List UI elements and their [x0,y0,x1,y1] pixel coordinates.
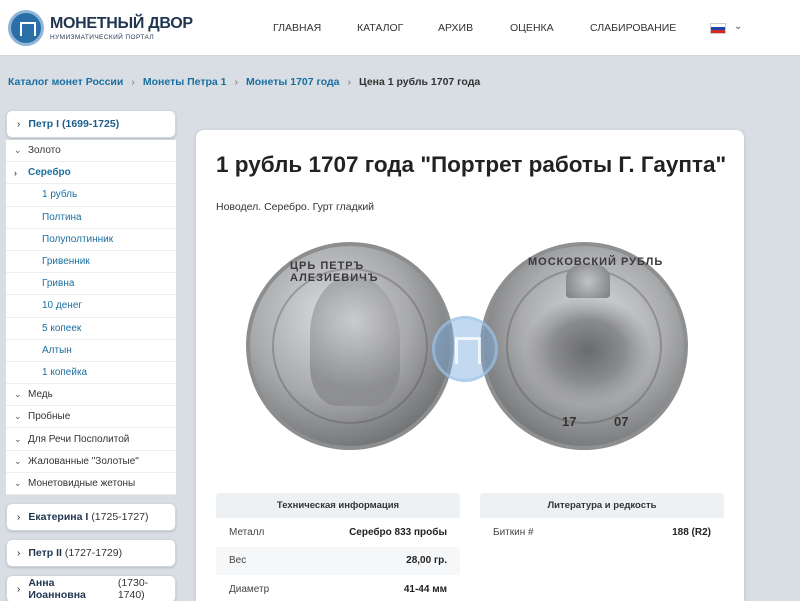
row-key: Биткин # [493,526,534,538]
sidebar-group-peter-1[interactable]: › Петр I (1699-1725) [6,110,176,138]
sidebar-group-peter-2[interactable]: › Петр II (1727-1729) [6,539,176,567]
sidebar-item-label: Жалованные "Золотые" [28,455,139,467]
nav-archive[interactable]: АРХИВ [438,22,473,34]
coin-obverse-image[interactable]: ЦРЬ ПЕТРЪ АЛЕЗИЕВИЧЪ [246,242,454,450]
crown-figure [566,264,610,298]
site-header: МОНЕТНЫЙ ДВОР НУМИЗМАТИЧЕСКИЙ ПОРТАЛ ГЛА… [0,0,800,56]
sidebar-item-gold[interactable]: ⌄ Золото [6,140,176,163]
sidebar-sub-1-ruble[interactable]: 1 рубль [6,184,176,207]
chevron-right-icon: › [347,76,352,88]
table-row: Металл Серебро 833 пробы [216,518,460,547]
chevron-down-icon: ⌄ [14,455,22,466]
sidebar-item-label: Золото [28,145,61,157]
sidebar-group-name: Петр I [28,118,59,130]
breadcrumb: Каталог монет России › Монеты Петра 1 › Моне… [8,76,480,88]
sidebar-group-anna[interactable]: › Анна Иоанновна (1730-1740) [6,575,176,601]
portrait-figure [310,276,400,406]
chevron-down-icon: ⌄ [14,145,22,156]
sidebar-group-years: (1730-1740) [117,577,149,601]
row-key: Вес [229,555,247,567]
sidebar-sub-10-deneg[interactable]: 10 денег [6,295,176,318]
breadcrumb-current: Цена 1 рубль 1707 года [359,76,481,88]
sidebar-group-name: Екатерина I [28,511,89,523]
chevron-right-icon: › [17,547,21,559]
table-row: Вес 28,00 гр. [216,546,460,575]
table-row: Биткин # 188 (R2) [480,518,724,547]
nav-slabbing[interactable]: СЛАБИРОВАНИЕ [590,22,676,34]
chevron-down-icon: ⌄ [14,477,22,488]
chevron-right-icon: › [17,118,21,130]
logo-title: МОНЕТНЫЙ ДВОР [50,15,193,32]
breadcrumb-catalog-russia[interactable]: Каталог монет России [8,76,123,88]
chevron-right-icon: › [17,583,21,595]
literature-rarity-table: Литература и редкость Биткин # 188 (R2) [480,493,724,547]
chevron-down-icon: ⌄ [14,411,22,422]
sidebar-item-label: Монетовидные жетоны [28,477,136,489]
nav-evaluation[interactable]: ОЦЕНКА [510,22,554,34]
sidebar-item-trial[interactable]: ⌄ Пробные [6,406,176,429]
sidebar-group-name: Петр II [28,547,62,559]
sidebar-item-tokens[interactable]: ⌄ Монетовидные жетоны [6,473,176,495]
table-header: Техническая информация [216,493,460,518]
logo-subtitle: НУМИЗМАТИЧЕСКИЙ ПОРТАЛ [50,34,155,41]
chevron-down-icon: ⌄ [14,433,22,444]
chevron-right-icon: › [14,167,17,178]
obverse-legend: ЦРЬ ПЕТРЪ АЛЕЗИЕВИЧЪ [290,260,379,284]
chevron-right-icon: › [234,76,239,88]
site-logo[interactable]: МОНЕТНЫЙ ДВОР НУМИЗМАТИЧЕСКИЙ ПОРТАЛ [8,10,193,46]
table-row: Диаметр 41-44 мм [216,575,460,601]
sidebar-sub-grivna[interactable]: Гривна [6,273,176,296]
sidebar-group-years: (1727-1729) [64,547,123,559]
technical-info-table: Техническая информация Металл Серебро 83… [216,493,460,601]
chevron-down-icon: ⌄ [14,389,22,400]
sidebar-sub-1-kopeyka[interactable]: 1 копейка [6,362,176,385]
coin-card: 1 рубль 1707 года "Портрет работы Г. Гау… [196,130,744,601]
sidebar-sub-poltina[interactable]: Полтина [6,207,176,229]
sidebar-item-label: Пробные [28,411,71,423]
sidebar-item-label: Медь [28,389,53,401]
row-key: Диаметр [229,583,270,595]
coin-reverse-image[interactable]: МОСКОВСКИЙ РУБЛЬ 17 07 [480,242,688,450]
sidebar-item-rzeczpospolita[interactable]: ⌄ Для Речи Посполитой [6,428,176,451]
coin-subtitle: Новодел. Серебро. Гурт гладкий [216,201,375,213]
sidebar-sub-altyn[interactable]: Алтын [6,340,176,362]
double-headed-eagle-figure [524,296,652,406]
watermark-logo-icon [432,316,498,382]
sidebar-group-name: Анна Иоанновна [28,577,86,601]
coin-year-left: 17 [562,414,577,429]
sidebar-sub-5-kopeek[interactable]: 5 копеек [6,318,176,340]
chevron-right-icon: › [131,76,135,88]
reverse-legend: МОСКОВСКИЙ РУБЛЬ [528,256,664,268]
row-value: 41-44 мм [403,583,447,595]
coin-year-right: 07 [614,414,629,429]
row-value: 28,00 гр. [406,555,447,567]
chevron-right-icon: › [17,511,21,523]
row-value: 188 (R2) [672,526,711,538]
row-key: Металл [229,526,265,538]
sidebar-group-years: (1699-1725) [61,118,120,130]
sidebar-sub-polupoltinnik[interactable]: Полуполтинник [6,229,176,251]
breadcrumb-peter-coins[interactable]: Монеты Петра 1 [143,76,227,88]
chevron-down-icon[interactable]: ⌄ [734,21,742,32]
sidebar-list: ⌄ Золото › Серебро 1 рубль Полтина Полуп… [6,140,176,495]
table-header: Литература и редкость [480,493,724,518]
nav-catalog[interactable]: КАТАЛОГ [357,22,403,34]
sidebar: › Петр I (1699-1725) ⌄ Золото › Серебро … [6,110,176,601]
logo-emblem-icon [8,10,44,46]
sidebar-item-label: Для Речи Посполитой [28,433,130,445]
sidebar-group-catherine-1[interactable]: › Екатерина I (1725-1727) [6,503,176,531]
sidebar-sub-grivennik[interactable]: Гривенник [6,251,176,274]
nav-home[interactable]: ГЛАВНАЯ [273,22,321,34]
row-value: Серебро 833 пробы [349,526,447,538]
sidebar-item-award-gold[interactable]: ⌄ Жалованные "Золотые" [6,451,176,473]
sidebar-item-copper[interactable]: ⌄ Медь [6,384,176,407]
sidebar-item-label: Серебро [28,167,71,179]
breadcrumb-1707-coins[interactable]: Монеты 1707 года [246,76,340,88]
page-title: 1 рубль 1707 года "Портрет работы Г. Гау… [216,152,727,177]
sidebar-item-silver[interactable]: › Серебро [6,162,176,185]
sidebar-group-years: (1725-1727) [91,511,149,523]
russia-flag-icon[interactable] [710,23,726,34]
